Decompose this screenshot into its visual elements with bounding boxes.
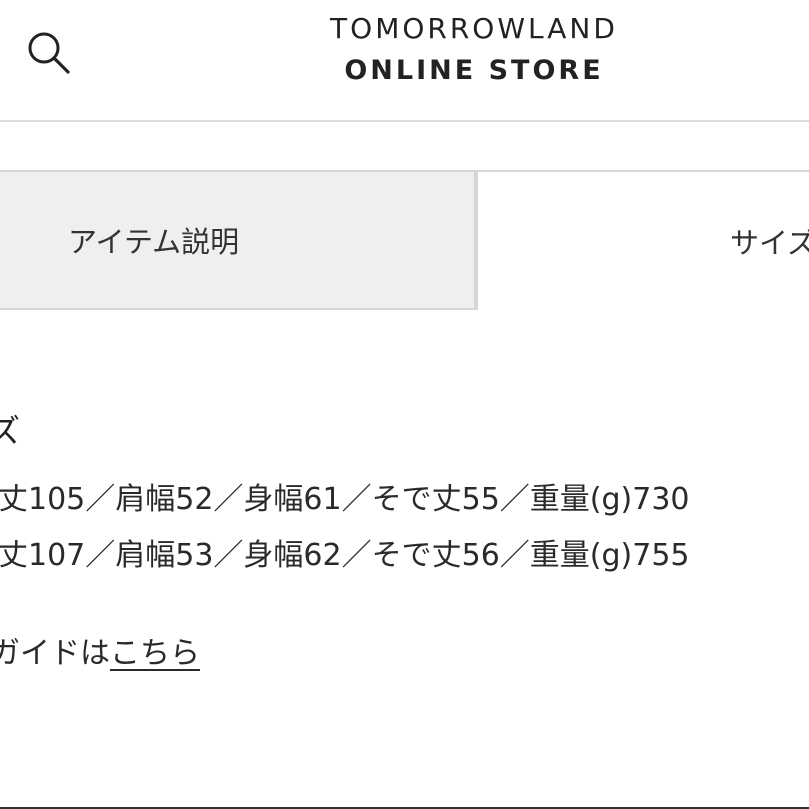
tab-size[interactable]: サイズ <box>476 170 809 310</box>
size-heading: ズ <box>0 412 21 450</box>
size-guide-link[interactable]: こちら <box>110 636 200 671</box>
size-row: 着丈107／肩幅53／身幅62／そで丈56／重量(g)755 <box>0 538 690 573</box>
search-icon <box>28 32 70 74</box>
tab-bar: アイテム説明 サイズ <box>0 170 809 312</box>
brand-logo[interactable]: TOMORROWLAND ONLINE STORE <box>300 10 648 90</box>
size-content: ズ 着丈105／肩幅52／身幅61／そで丈55／重量(g)730 着丈107／肩… <box>0 312 809 809</box>
size-guide-line: ガイドはこちら <box>0 628 200 672</box>
header-spacer <box>0 122 809 170</box>
brand-name: TOMORROWLAND <box>330 12 618 45</box>
tab-item-description[interactable]: アイテム説明 <box>0 170 476 310</box>
tab-label: アイテム説明 <box>68 225 240 259</box>
size-guide-prefix: ガイドは <box>0 636 110 671</box>
site-header: TOMORROWLAND ONLINE STORE <box>0 0 809 122</box>
size-row: 着丈105／肩幅52／身幅61／そで丈55／重量(g)730 <box>0 482 690 517</box>
tab-label: サイズ <box>730 226 809 260</box>
search-button[interactable] <box>24 28 76 80</box>
brand-subtitle: ONLINE STORE <box>344 55 604 86</box>
